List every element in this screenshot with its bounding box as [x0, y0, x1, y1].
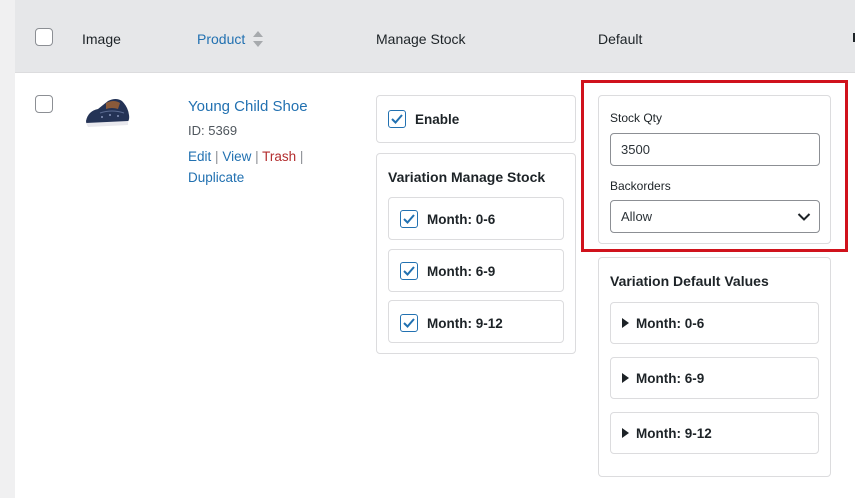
variation-default-label: Month: 9-12	[636, 426, 712, 441]
variation-default-row: Month: 6-9	[622, 371, 704, 386]
variation-checkbox[interactable]	[400, 314, 418, 332]
trash-link[interactable]: Trash	[262, 149, 296, 164]
checkmark-icon	[391, 114, 403, 124]
duplicate-link[interactable]: Duplicate	[188, 170, 244, 185]
variation-default-item[interactable]: Month: 6-9	[610, 357, 819, 399]
variation-default-item[interactable]: Month: 9-12	[610, 412, 819, 454]
column-manage-stock: Manage Stock	[376, 31, 466, 47]
checkmark-icon	[403, 214, 415, 224]
checkmark-icon	[403, 318, 415, 328]
variation-default-item[interactable]: Month: 0-6	[610, 302, 819, 344]
separator: |	[299, 149, 304, 164]
highlight-box	[581, 80, 848, 252]
separator: |	[215, 149, 219, 164]
variation-label: Month: 9-12	[427, 316, 503, 331]
variation-default-label: Month: 6-9	[636, 371, 705, 386]
variation-default-row: Month: 9-12	[622, 426, 712, 441]
separator: |	[255, 149, 259, 164]
checkmark-icon	[403, 266, 415, 276]
column-default: Default	[598, 31, 643, 47]
variation-default-values-box: Variation Default Values Month: 0-6 Mont…	[598, 257, 831, 477]
variation-default-row: Month: 0-6	[622, 316, 704, 331]
variation-label: Month: 6-9	[427, 264, 496, 279]
product-thumbnail[interactable]	[82, 95, 136, 131]
enable-label: Enable	[415, 112, 460, 127]
product-id: ID: 5369	[188, 123, 238, 138]
triangle-right-icon	[622, 318, 629, 328]
view-link[interactable]: View	[222, 149, 251, 164]
variation-manage-stock-title: Variation Manage Stock	[388, 169, 546, 185]
select-all-checkbox[interactable]	[35, 28, 53, 46]
column-product[interactable]: Product	[197, 31, 245, 47]
sort-arrows-icon[interactable]	[252, 30, 264, 48]
triangle-right-icon	[622, 373, 629, 383]
variation-checkbox[interactable]	[400, 210, 418, 228]
variation-checkbox[interactable]	[400, 262, 418, 280]
variation-label: Month: 0-6	[427, 212, 496, 227]
column-image: Image	[82, 31, 121, 47]
variation-item: Month: 9-12	[388, 300, 564, 343]
enable-checkbox[interactable]	[388, 110, 406, 128]
variation-item: Month: 6-9	[388, 249, 564, 292]
row-checkbox[interactable]	[35, 95, 53, 113]
row-actions: Edit | View | Trash | Duplicate	[188, 146, 318, 188]
table-header: Image Product Manage Stock Default	[15, 0, 855, 73]
triangle-right-icon	[622, 428, 629, 438]
products-table: Image Product Manage Stock Default Young…	[15, 0, 855, 498]
variation-item: Month: 0-6	[388, 197, 564, 240]
variation-default-label: Month: 0-6	[636, 316, 705, 331]
variation-manage-stock-box: Variation Manage Stock Month: 0-6 Month:…	[376, 153, 576, 354]
edit-link[interactable]: Edit	[188, 149, 211, 164]
variation-default-values-title: Variation Default Values	[610, 273, 769, 289]
manage-stock-enable-box: Enable	[376, 95, 576, 143]
product-name-link[interactable]: Young Child Shoe	[188, 98, 308, 115]
